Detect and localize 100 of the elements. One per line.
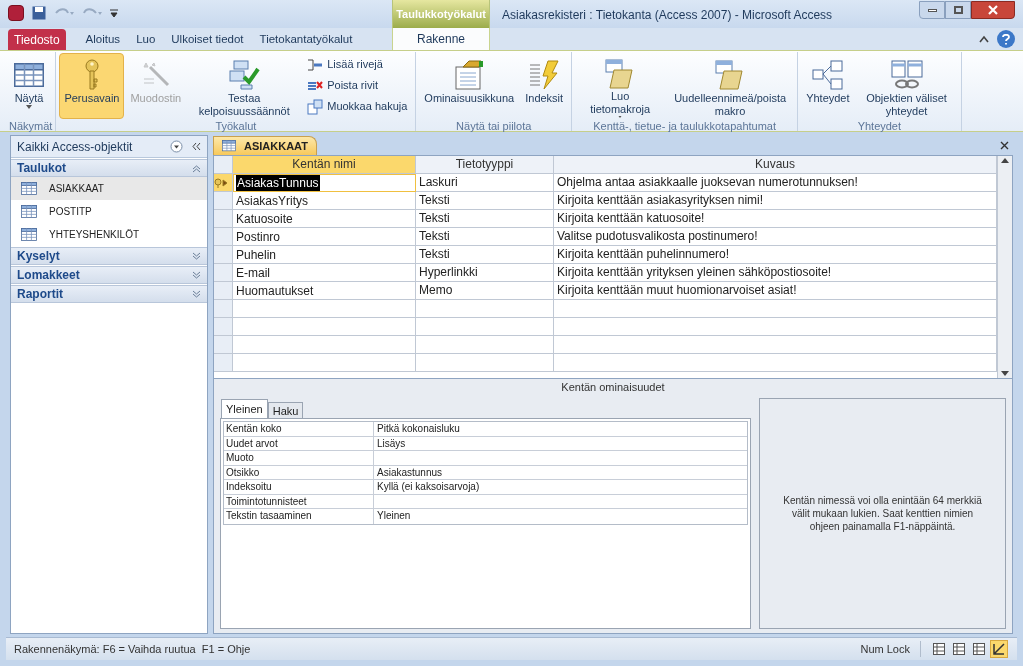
field-name-cell[interactable]: Katuosoite bbox=[233, 210, 416, 228]
empty-cell[interactable] bbox=[554, 354, 997, 372]
property-value[interactable]: Yleinen bbox=[374, 509, 747, 524]
empty-cell[interactable] bbox=[416, 354, 554, 372]
property-value[interactable]: Kyllä (ei kaksoisarvoja) bbox=[374, 480, 747, 494]
field-name-cell[interactable]: AsiakasYritys bbox=[233, 192, 416, 210]
property-value[interactable]: Lisäys bbox=[374, 436, 747, 450]
view-button[interactable] bbox=[930, 640, 948, 658]
description-cell[interactable]: Kirjoita kenttään muut huomionarvoiset asiat! bbox=[554, 282, 997, 300]
empty-cell[interactable] bbox=[416, 318, 554, 336]
scroll-up-icon[interactable] bbox=[1001, 158, 1009, 163]
data-type-cell[interactable]: Laskuri bbox=[416, 174, 554, 192]
minimize-button[interactable] bbox=[919, 1, 945, 19]
empty-cell[interactable] bbox=[554, 300, 997, 318]
field-name-cell[interactable]: E-mail bbox=[233, 264, 416, 282]
ribbon-button[interactable]: Uudelleennimeä/poista makro bbox=[666, 53, 795, 119]
collapse-pane-icon[interactable] bbox=[191, 142, 201, 151]
ribbon-button[interactable]: Testaa kelpoisuussäännöt bbox=[187, 53, 302, 119]
ribbon-tab[interactable]: Aloitus bbox=[77, 29, 129, 50]
field-name-cell[interactable]: AsiakasTunnus bbox=[233, 174, 416, 192]
app-icon[interactable] bbox=[8, 5, 24, 21]
nav-group-header[interactable]: Lomakkeet bbox=[11, 266, 207, 284]
collapse-icon[interactable] bbox=[192, 163, 201, 173]
property-value[interactable]: Pitkä kokonaisluku bbox=[374, 422, 747, 436]
expand-icon[interactable] bbox=[192, 251, 201, 261]
description-cell[interactable]: Kirjoita kenttään puhelinnumero! bbox=[554, 246, 997, 264]
view-button[interactable] bbox=[970, 640, 988, 658]
property-tab[interactable]: Haku bbox=[267, 402, 304, 418]
ribbon-button[interactable]: Näytä bbox=[9, 53, 49, 119]
field-name-cell[interactable]: Postinro bbox=[233, 228, 416, 246]
nav-group-header[interactable]: Raportit bbox=[11, 285, 207, 303]
ribbon-button[interactable]: Objektien väliset yhteydet bbox=[855, 53, 958, 119]
table-name: POSTITP bbox=[49, 205, 92, 219]
ribbon-tab[interactable]: Rakenne bbox=[392, 28, 490, 50]
ribbon-button[interactable]: Poista rivit bbox=[302, 75, 413, 96]
dropdown-icon[interactable] bbox=[170, 140, 183, 153]
pane-title: Kaikki Access-objektit bbox=[17, 138, 134, 156]
empty-cell[interactable] bbox=[416, 300, 554, 318]
help-icon[interactable] bbox=[997, 30, 1015, 48]
indexes-icon bbox=[528, 59, 561, 91]
status-text: Rakennenäkymä: F6 = Vaihda ruutua F1 = Ohje bbox=[14, 641, 252, 657]
ribbon-tab[interactable]: Luo bbox=[128, 29, 164, 50]
ribbon-button[interactable]: Perusavain bbox=[59, 53, 125, 119]
data-type-cell[interactable]: Memo bbox=[416, 282, 554, 300]
collapse-ribbon-icon[interactable] bbox=[979, 35, 989, 43]
ribbon-button[interactable]: Muokkaa hakuja bbox=[302, 96, 413, 117]
empty-cell[interactable] bbox=[554, 336, 997, 354]
close-button[interactable] bbox=[971, 1, 1015, 19]
ribbon-button[interactable]: Yhteydet bbox=[801, 53, 855, 119]
description-cell[interactable]: Ohjelma antaa asiakkaalle juoksevan numerotunnuksen! bbox=[554, 174, 997, 192]
maximize-button[interactable] bbox=[945, 1, 971, 19]
view-button[interactable] bbox=[950, 640, 968, 658]
data-type-cell[interactable]: Teksti bbox=[416, 246, 554, 264]
expand-icon[interactable] bbox=[192, 289, 201, 299]
empty-cell[interactable] bbox=[416, 336, 554, 354]
property-name: Tekstin tasaaminen bbox=[224, 509, 374, 524]
file-tab[interactable]: Tiedosto bbox=[8, 29, 66, 50]
property-name: Toimintotunnisteet bbox=[224, 494, 374, 508]
ribbon-button[interactable]: Indeksit bbox=[520, 53, 569, 119]
close-icon[interactable] bbox=[1000, 141, 1009, 150]
field-name: Katuosoite bbox=[235, 210, 294, 227]
ribbon-button[interactable]: Luo tietomakroja bbox=[575, 53, 666, 119]
description-cell[interactable]: Kirjoita kenttään asiakasyrityksen nimi! bbox=[554, 192, 997, 210]
property-name: Muoto bbox=[224, 451, 374, 465]
description-cell[interactable]: Kirjoita kenttään yrityksen yleinen sähköpostiosoite! bbox=[554, 264, 997, 282]
description-cell[interactable]: Valitse pudotusvalikosta postinumero! bbox=[554, 228, 997, 246]
data-type-cell[interactable]: Teksti bbox=[416, 192, 554, 210]
ribbon-button[interactable]: Lisää rivejä bbox=[302, 54, 413, 75]
nav-item[interactable]: ASIAKKAAT bbox=[11, 177, 207, 200]
ribbon-button[interactable]: Ominaisuusikkuna bbox=[419, 53, 520, 119]
validation-icon bbox=[228, 59, 261, 91]
description-cell[interactable]: Kirjoita kenttään katuosoite! bbox=[554, 210, 997, 228]
property-sheet-icon bbox=[453, 59, 486, 91]
save-icon[interactable] bbox=[32, 6, 46, 20]
field-name-cell[interactable]: Puhelin bbox=[233, 246, 416, 264]
row-selector[interactable] bbox=[214, 174, 233, 192]
nav-group-header[interactable]: Taulukot bbox=[11, 159, 207, 177]
data-type-cell[interactable]: Hyperlinkki bbox=[416, 264, 554, 282]
expand-icon[interactable] bbox=[192, 270, 201, 280]
ribbon-tab[interactable]: Ulkoiset tiedot bbox=[163, 29, 252, 50]
empty-cell[interactable] bbox=[554, 318, 997, 336]
customize-menu-icon[interactable] bbox=[110, 8, 118, 18]
group-label: Näkymät bbox=[9, 119, 53, 134]
view-button[interactable] bbox=[990, 640, 1008, 658]
field-name-cell[interactable]: Huomautukset bbox=[233, 282, 416, 300]
field-name: Postinro bbox=[235, 228, 282, 245]
nav-group-header[interactable]: Kyselyt bbox=[11, 247, 207, 265]
table-icon bbox=[21, 228, 37, 241]
data-type-cell[interactable]: Teksti bbox=[416, 228, 554, 246]
group-label: Yhteydet bbox=[856, 119, 903, 134]
field-name: E-mail bbox=[235, 264, 271, 281]
table-icon bbox=[222, 140, 236, 152]
property-value[interactable]: Asiakastunnus bbox=[374, 465, 747, 479]
property-tab[interactable]: Yleinen bbox=[221, 399, 268, 418]
scrollbar[interactable] bbox=[997, 156, 1012, 378]
data-type-cell[interactable]: Teksti bbox=[416, 210, 554, 228]
ribbon-tab[interactable]: Tietokantatyökalut bbox=[251, 29, 361, 50]
scroll-down-icon[interactable] bbox=[1001, 371, 1009, 376]
document-tab[interactable]: ASIAKKAAT bbox=[213, 136, 317, 155]
view-icon bbox=[973, 643, 985, 655]
